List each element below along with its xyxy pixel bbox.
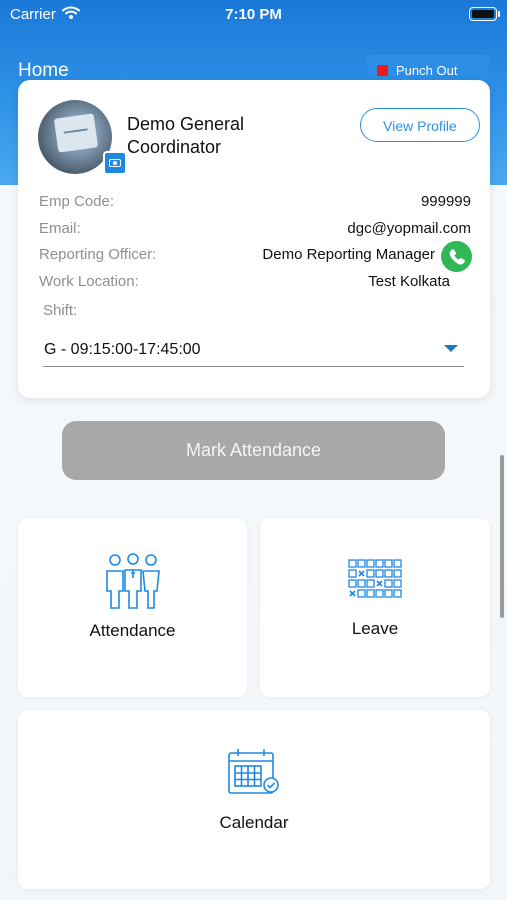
shift-value: G - 09:15:00-17:45:00 [44,341,201,358]
work-location-row: Work Location: Test Kolkata [39,273,471,295]
clock: 7:10 PM [225,6,282,23]
shift-label: Shift: [43,302,78,319]
email-label: Email: [39,220,81,237]
scrollbar[interactable] [500,455,504,618]
attendance-tile[interactable]: Attendance [18,518,247,697]
reporting-officer-value: Demo Reporting Manager [262,246,435,263]
people-group-icon [106,553,160,609]
shift-dropdown[interactable]: G - 09:15:00-17:45:00 [43,333,464,367]
punch-out-label: Punch Out [396,63,458,78]
phone-call-icon[interactable] [441,241,472,272]
calendar-check-icon [228,749,279,794]
leave-grid-icon [348,559,402,598]
emp-code-label: Emp Code: [39,193,115,210]
emp-code-row: Emp Code: 999999 [39,193,471,215]
battery-icon [469,7,500,21]
dropdown-arrow-icon [444,345,458,352]
reporting-officer-row: Reporting Officer: Demo Reporting Manage… [39,246,471,268]
email-row: Email: dgc@yopmail.com [39,220,471,242]
attendance-label: Attendance [89,621,176,640]
view-profile-button[interactable]: View Profile [360,108,480,142]
calendar-label: Calendar [219,813,289,832]
stop-square-icon [377,65,388,76]
mark-attendance-button[interactable]: Mark Attendance [62,421,445,480]
emp-code-value: 999999 [420,193,471,210]
reporting-officer-label: Reporting Officer: [39,246,157,263]
profile-name: Demo General Coordinator [127,114,245,157]
profile-card: Demo General Coordinator View Profile Em… [18,80,490,398]
page-title: Home [18,60,69,81]
avatar[interactable] [38,100,112,174]
camera-icon[interactable] [103,151,127,175]
work-location-value: Test Kolkata [368,273,450,290]
work-location-label: Work Location: [39,273,139,290]
leave-label: Leave [351,619,399,638]
email-value: dgc@yopmail.com [347,220,471,237]
calendar-tile[interactable]: Calendar [18,710,490,889]
leave-tile[interactable]: Leave [260,518,490,697]
status-bar: Carrier 7:10 PM [0,0,507,30]
